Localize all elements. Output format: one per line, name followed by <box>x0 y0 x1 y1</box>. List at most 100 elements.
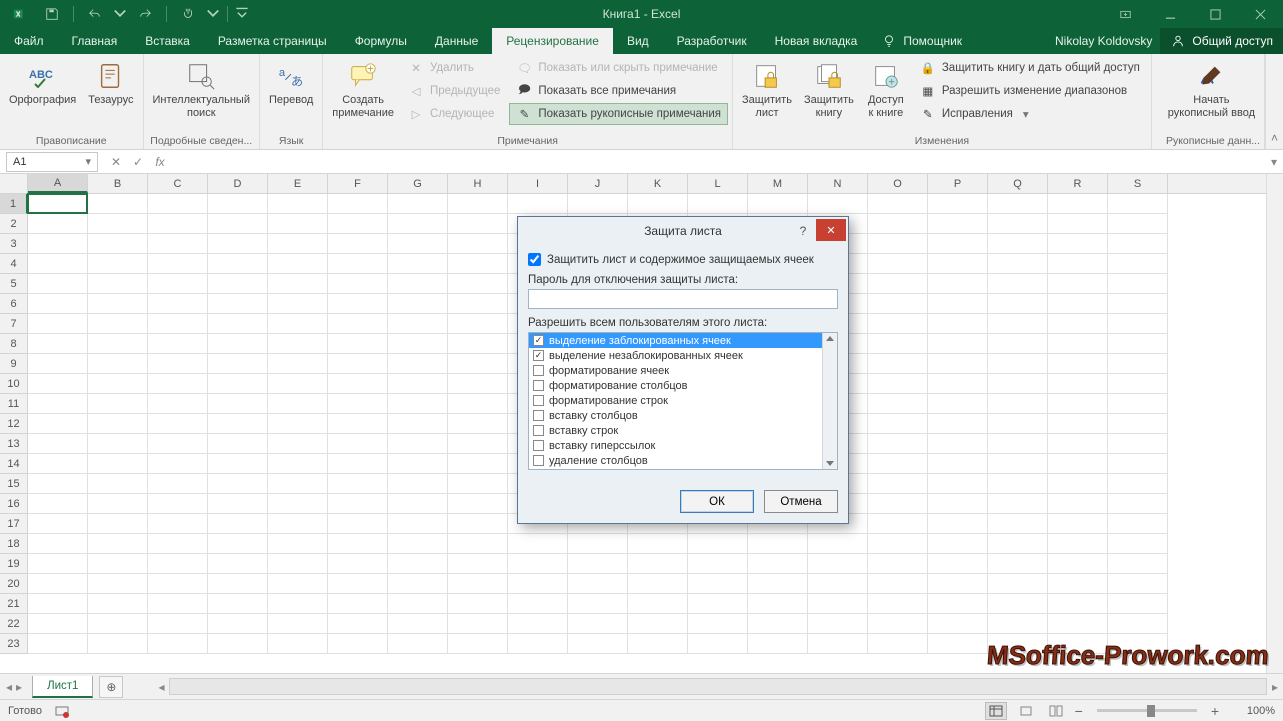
cell[interactable] <box>388 554 448 574</box>
cell[interactable] <box>988 574 1048 594</box>
cell[interactable] <box>1108 534 1168 554</box>
cell[interactable] <box>1048 334 1108 354</box>
row-header[interactable]: 1 <box>0 194 28 214</box>
cell[interactable] <box>148 274 208 294</box>
column-header[interactable]: A <box>28 174 88 193</box>
cell[interactable] <box>448 494 508 514</box>
cell[interactable] <box>28 354 88 374</box>
cancel-formula-icon[interactable]: ✕ <box>106 153 126 171</box>
cell[interactable] <box>328 414 388 434</box>
cell[interactable] <box>1108 374 1168 394</box>
column-header[interactable]: D <box>208 174 268 193</box>
cell[interactable] <box>448 314 508 334</box>
cell[interactable] <box>988 234 1048 254</box>
sheet-tab-1[interactable]: Лист1 <box>32 676 93 698</box>
cell[interactable] <box>148 514 208 534</box>
row-header[interactable]: 11 <box>0 394 28 414</box>
cell[interactable] <box>88 494 148 514</box>
cell[interactable] <box>268 474 328 494</box>
cell[interactable] <box>208 354 268 374</box>
cell[interactable] <box>148 214 208 234</box>
cell[interactable] <box>448 194 508 214</box>
cell[interactable] <box>928 314 988 334</box>
cell[interactable] <box>388 374 448 394</box>
cell[interactable] <box>148 194 208 214</box>
cell[interactable] <box>388 494 448 514</box>
cell[interactable] <box>148 334 208 354</box>
cell[interactable] <box>88 414 148 434</box>
column-header[interactable]: J <box>568 174 628 193</box>
ok-button[interactable]: ОК <box>680 490 754 513</box>
show-all-comments-button[interactable]: 🗩Показать все примечания <box>509 80 728 102</box>
cell[interactable] <box>88 234 148 254</box>
cell[interactable] <box>28 574 88 594</box>
column-header[interactable]: E <box>268 174 328 193</box>
cell[interactable] <box>328 454 388 474</box>
cell[interactable] <box>88 334 148 354</box>
column-header[interactable]: K <box>628 174 688 193</box>
cell[interactable] <box>988 214 1048 234</box>
show-ink-button[interactable]: ✎Показать рукописные примечания <box>509 103 728 125</box>
cell[interactable] <box>928 594 988 614</box>
cell[interactable] <box>268 234 328 254</box>
share-button[interactable]: Общий доступ <box>1160 28 1283 54</box>
new-sheet-button[interactable]: ⊕ <box>99 676 123 698</box>
cell[interactable] <box>268 214 328 234</box>
cell[interactable] <box>988 554 1048 574</box>
cell[interactable] <box>88 554 148 574</box>
cell[interactable] <box>208 614 268 634</box>
cell[interactable] <box>268 354 328 374</box>
cell[interactable] <box>148 574 208 594</box>
cell[interactable] <box>1108 554 1168 574</box>
qat-undo-split[interactable] <box>113 2 127 26</box>
cell[interactable] <box>808 574 868 594</box>
cell[interactable] <box>748 554 808 574</box>
protect-contents-checkbox[interactable]: Защитить лист и содержимое защищаемых яч… <box>528 253 838 266</box>
cell[interactable] <box>28 434 88 454</box>
cell[interactable] <box>28 374 88 394</box>
cell[interactable] <box>148 314 208 334</box>
column-header[interactable]: Q <box>988 174 1048 193</box>
cancel-button[interactable]: Отмена <box>764 490 838 513</box>
cell[interactable] <box>868 434 928 454</box>
cell[interactable] <box>148 494 208 514</box>
start-inking-button[interactable]: Начать рукописный ввод <box>1163 57 1260 122</box>
cell[interactable] <box>388 354 448 374</box>
checkbox-icon[interactable] <box>533 365 544 376</box>
cell[interactable] <box>688 574 748 594</box>
cell[interactable] <box>508 194 568 214</box>
cell[interactable] <box>928 334 988 354</box>
cell[interactable] <box>448 554 508 574</box>
cell[interactable] <box>808 534 868 554</box>
cell[interactable] <box>1048 274 1108 294</box>
qat-touch-split[interactable] <box>206 2 220 26</box>
cell[interactable] <box>268 634 328 654</box>
cell[interactable] <box>988 314 1048 334</box>
zoom-level[interactable]: 100% <box>1227 705 1275 717</box>
cell[interactable] <box>628 614 688 634</box>
cell[interactable] <box>688 634 748 654</box>
cell[interactable] <box>328 214 388 234</box>
cell[interactable] <box>448 214 508 234</box>
cell[interactable] <box>868 334 928 354</box>
tab-file[interactable]: Файл <box>0 28 58 54</box>
excel-app-icon[interactable] <box>6 2 34 26</box>
cell[interactable] <box>268 534 328 554</box>
cell[interactable] <box>1108 414 1168 434</box>
chevron-down-icon[interactable]: ▾ <box>85 155 91 168</box>
cell[interactable] <box>808 594 868 614</box>
cell[interactable] <box>808 634 868 654</box>
cell[interactable] <box>208 554 268 574</box>
collapse-ribbon-icon[interactable]: ˄ <box>1265 54 1283 149</box>
row-header[interactable]: 19 <box>0 554 28 574</box>
cell[interactable] <box>928 194 988 214</box>
maximize-icon[interactable] <box>1193 0 1238 28</box>
cell[interactable] <box>808 554 868 574</box>
cell[interactable] <box>1108 214 1168 234</box>
cell[interactable] <box>28 634 88 654</box>
cell[interactable] <box>508 534 568 554</box>
cell[interactable] <box>448 634 508 654</box>
cell[interactable] <box>388 514 448 534</box>
cell[interactable] <box>868 414 928 434</box>
cell[interactable] <box>88 194 148 214</box>
